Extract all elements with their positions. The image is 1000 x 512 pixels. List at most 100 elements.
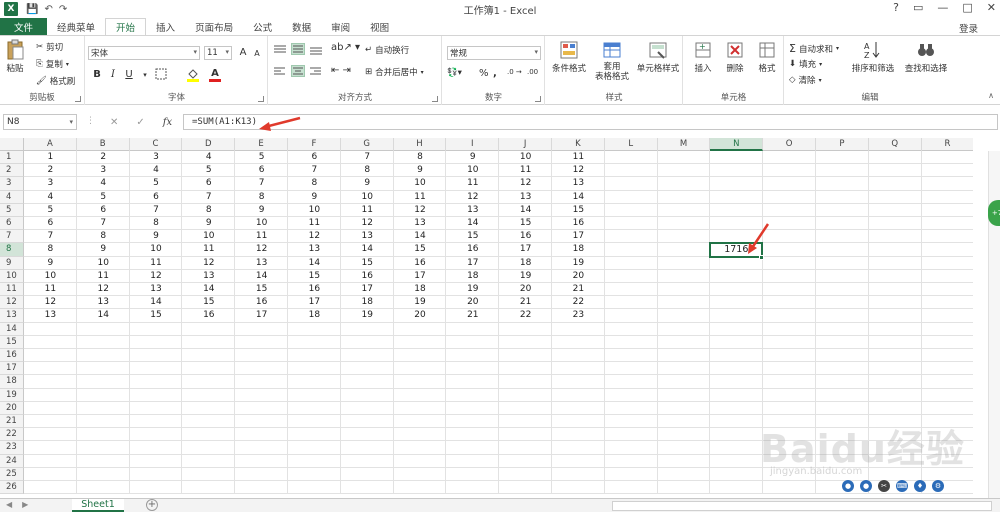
cell-a3[interactable]: 3 <box>24 177 77 190</box>
cell-e3[interactable]: 7 <box>235 177 288 190</box>
cell-f4[interactable]: 9 <box>288 191 341 204</box>
cell-g1[interactable]: 7 <box>341 151 394 164</box>
grow-font-button[interactable]: A <box>236 46 250 60</box>
cell-g11[interactable]: 17 <box>341 283 394 296</box>
cell-e4[interactable]: 8 <box>235 191 288 204</box>
cell-i5[interactable]: 13 <box>446 204 499 217</box>
column-header-f[interactable]: F <box>288 138 341 151</box>
column-header-o[interactable]: O <box>763 138 816 151</box>
column-header-h[interactable]: H <box>394 138 447 151</box>
cell-j10[interactable]: 19 <box>499 270 552 283</box>
collapse-ribbon-icon[interactable]: ∧ <box>988 91 994 100</box>
cell-c13[interactable]: 15 <box>130 309 183 322</box>
cell-a4[interactable]: 4 <box>24 191 77 204</box>
column-header-p[interactable]: P <box>816 138 869 151</box>
cell-f6[interactable]: 11 <box>288 217 341 230</box>
cell-j13[interactable]: 22 <box>499 309 552 322</box>
cell-a1[interactable]: 1 <box>24 151 77 164</box>
row-header-6[interactable]: 6 <box>0 217 24 231</box>
help-button[interactable]: ? <box>893 1 899 14</box>
cell-c4[interactable]: 6 <box>130 191 183 204</box>
cell-f9[interactable]: 14 <box>288 257 341 270</box>
conditional-format-button[interactable]: 条件格式 <box>548 40 590 74</box>
row-header-20[interactable]: 20 <box>0 401 24 415</box>
autosum-button[interactable]: Σ 自动求和 ▾ <box>789 42 839 55</box>
row-header-24[interactable]: 24 <box>0 454 24 468</box>
row-header-9[interactable]: 9 <box>0 256 24 270</box>
cell-f3[interactable]: 8 <box>288 177 341 190</box>
name-box[interactable]: N8 ▾ <box>3 114 77 130</box>
ribbon-display-button[interactable]: ▭ <box>913 1 923 14</box>
cell-a9[interactable]: 9 <box>24 257 77 270</box>
cell-i7[interactable]: 15 <box>446 230 499 243</box>
cell-j8[interactable]: 17 <box>499 243 552 256</box>
cell-b13[interactable]: 14 <box>77 309 130 322</box>
cell-g2[interactable]: 8 <box>341 164 394 177</box>
tab-data[interactable]: 数据 <box>282 18 321 36</box>
cell-h6[interactable]: 13 <box>394 217 447 230</box>
cell-i1[interactable]: 9 <box>446 151 499 164</box>
sheet-tab-sheet1[interactable]: Sheet1 <box>72 499 124 512</box>
cell-i4[interactable]: 12 <box>446 191 499 204</box>
font-color-button[interactable]: A <box>208 67 222 82</box>
comma-button[interactable]: , <box>493 68 497 79</box>
cell-e7[interactable]: 11 <box>235 230 288 243</box>
insert-function-icon[interactable]: fx <box>163 117 172 128</box>
cell-g8[interactable]: 14 <box>341 243 394 256</box>
cell-c9[interactable]: 11 <box>130 257 183 270</box>
cell-k3[interactable]: 13 <box>552 177 605 190</box>
cell-c7[interactable]: 9 <box>130 230 183 243</box>
add-sheet-button[interactable]: + <box>146 499 158 511</box>
sort-filter-button[interactable]: AZ 排序和筛选 <box>849 40 897 74</box>
cell-j5[interactable]: 14 <box>499 204 552 217</box>
cell-c8[interactable]: 10 <box>130 243 183 256</box>
row-header-19[interactable]: 19 <box>0 388 24 402</box>
row-header-15[interactable]: 15 <box>0 335 24 349</box>
cell-b5[interactable]: 6 <box>77 204 130 217</box>
cell-k12[interactable]: 22 <box>552 296 605 309</box>
cell-e2[interactable]: 6 <box>235 164 288 177</box>
align-bottom-icon[interactable] <box>309 44 323 56</box>
cell-i13[interactable]: 21 <box>446 309 499 322</box>
merge-center-button[interactable]: ⊞ 合并后居中 ▾ <box>365 66 424 78</box>
tab-page-layout[interactable]: 页面布局 <box>185 18 243 36</box>
indent-icon[interactable]: ⇤ ⇥ <box>331 65 351 76</box>
format-painter-button[interactable]: 🖌 格式刷 <box>36 75 75 87</box>
cell-b11[interactable]: 12 <box>77 283 130 296</box>
format-as-table-button[interactable]: 套用 表格格式 <box>590 40 634 82</box>
cell-j11[interactable]: 20 <box>499 283 552 296</box>
copy-button[interactable]: ⎘ 复制 ▾ <box>36 58 69 70</box>
cell-b4[interactable]: 5 <box>77 191 130 204</box>
percent-button[interactable]: % <box>479 68 489 79</box>
cell-k6[interactable]: 16 <box>552 217 605 230</box>
cell-a12[interactable]: 12 <box>24 296 77 309</box>
tab-classic-menu[interactable]: 经典菜单 <box>47 18 105 36</box>
bold-button[interactable]: B <box>90 68 104 82</box>
enter-icon[interactable]: ✓ <box>136 117 144 128</box>
cell-c1[interactable]: 3 <box>130 151 183 164</box>
cell-j2[interactable]: 11 <box>499 164 552 177</box>
row-header-11[interactable]: 11 <box>0 283 24 297</box>
row-header-21[interactable]: 21 <box>0 415 24 429</box>
border-button[interactable] <box>154 68 168 82</box>
column-header-j[interactable]: J <box>499 138 552 151</box>
tab-home[interactable]: 开始 <box>105 18 147 36</box>
cell-h9[interactable]: 16 <box>394 257 447 270</box>
row-header-12[interactable]: 12 <box>0 296 24 310</box>
formula-input[interactable]: =SUM(A1:K13) <box>183 114 998 130</box>
cell-k13[interactable]: 23 <box>552 309 605 322</box>
cell-j6[interactable]: 15 <box>499 217 552 230</box>
align-top-icon[interactable] <box>273 44 287 56</box>
cell-a5[interactable]: 5 <box>24 204 77 217</box>
floating-plugin-button[interactable]: +7 <box>988 200 1000 226</box>
cell-d13[interactable]: 16 <box>182 309 235 322</box>
font-launcher-icon[interactable] <box>258 96 264 102</box>
cell-d4[interactable]: 7 <box>182 191 235 204</box>
row-header-4[interactable]: 4 <box>0 190 24 204</box>
cell-g4[interactable]: 10 <box>341 191 394 204</box>
insert-cells-button[interactable]: + 插入 <box>688 40 718 74</box>
cell-g5[interactable]: 11 <box>341 204 394 217</box>
cell-i11[interactable]: 19 <box>446 283 499 296</box>
cell-d6[interactable]: 9 <box>182 217 235 230</box>
cell-f1[interactable]: 6 <box>288 151 341 164</box>
